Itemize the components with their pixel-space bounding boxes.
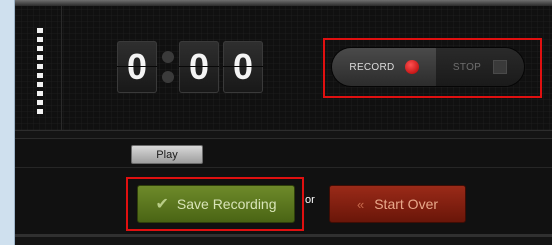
- bottom-rule: [15, 234, 552, 237]
- recording-timer: 0 0 0: [117, 41, 267, 93]
- window-edge: [0, 0, 15, 245]
- timer-seconds-tens-digit: 0: [179, 41, 219, 93]
- divider: [61, 6, 62, 130]
- timer-minutes-digit: 0: [117, 41, 157, 93]
- play-button[interactable]: Play: [131, 145, 203, 164]
- save-highlight-box: [126, 177, 304, 231]
- audio-level-meter: [37, 28, 43, 114]
- play-row: Play: [15, 139, 552, 168]
- controls-panel: Play ✔ Save Recording or « Start Over: [15, 138, 552, 237]
- recorder-panel: 0 0 0 RECORD STOP: [15, 6, 552, 131]
- recorder-widget: 0 0 0 RECORD STOP Play ✔ Save Recording …: [15, 0, 552, 245]
- start-over-button[interactable]: « Start Over: [329, 185, 466, 223]
- start-over-label: Start Over: [374, 196, 439, 212]
- rewind-icon: «: [356, 196, 365, 212]
- or-separator: or: [305, 194, 315, 206]
- timer-colon: [161, 41, 175, 93]
- timer-seconds-ones-digit: 0: [223, 41, 263, 93]
- record-highlight-box: [323, 38, 542, 98]
